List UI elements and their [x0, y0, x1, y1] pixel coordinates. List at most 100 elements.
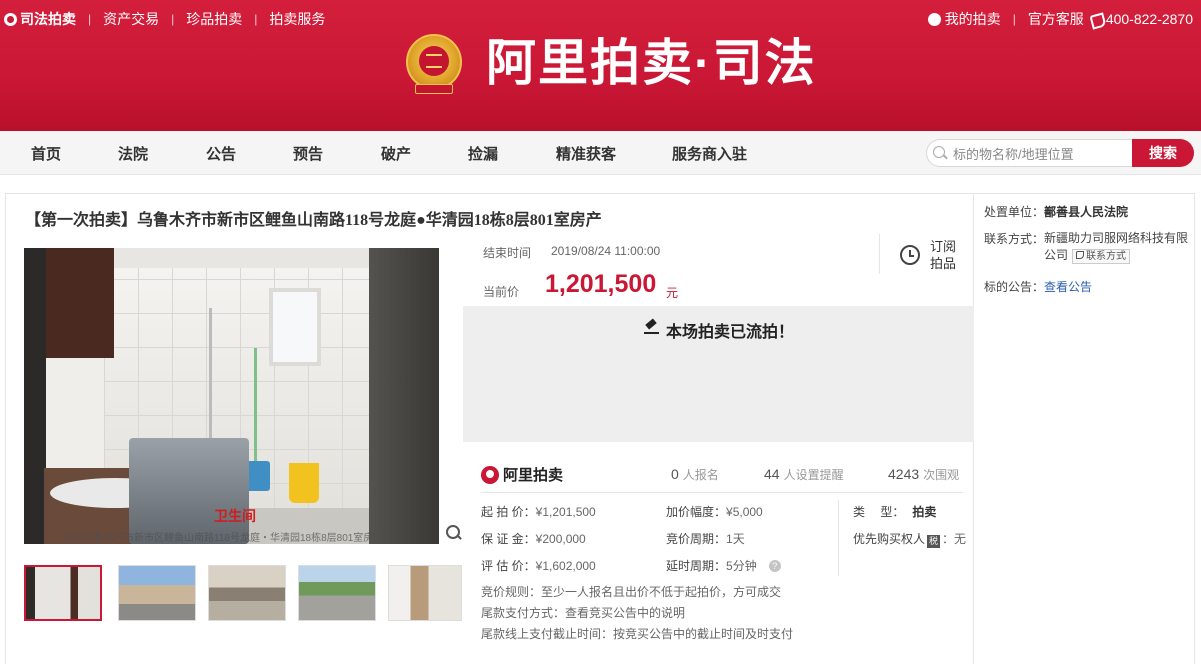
contact-button-label: 联系方式 [1086, 251, 1127, 262]
customer-service-link[interactable]: 官方客服 [1028, 9, 1084, 29]
cycle-row: 竞价周期：1天 [666, 530, 745, 547]
view-notice-link[interactable]: 查看公告 [1044, 280, 1092, 294]
nav-bargain[interactable]: 捡漏 [468, 143, 498, 164]
extension-value: 5分钟 [726, 559, 757, 573]
item-title: 【第一次拍卖】乌鲁木齐市新市区鲤鱼山南路118号龙庭●华清园18栋8层801室房… [25, 212, 602, 229]
gavel-icon [644, 319, 660, 335]
divider [481, 492, 963, 493]
subscribe-button[interactable]: 订阅拍品 [879, 234, 969, 274]
disposal-unit-row: 处置单位：鄯善县人民法院 [984, 203, 1128, 220]
increment-row: 加价幅度：¥5,000 [666, 503, 763, 520]
column-divider [838, 500, 839, 576]
deposit-value: ¥200,000 [535, 532, 586, 546]
separator: | [1012, 12, 1016, 26]
contact-button[interactable]: 联系方式 [1072, 249, 1131, 264]
price-unit: 元 [666, 286, 679, 300]
deposit-label: 保 证 金： [481, 532, 536, 546]
reminder-count: 44 [764, 466, 780, 482]
subscribe-label: 订阅拍品 [930, 239, 957, 271]
end-time-value: 2019/08/24 11:00:00 [551, 244, 661, 258]
contact-label: 联系方式： [984, 232, 1045, 246]
deposit-row: 保 证 金：¥200,000 [481, 530, 586, 547]
cycle-value: 1天 [726, 532, 745, 546]
priority-label: 优先购买权人 [853, 532, 926, 546]
nav-home[interactable]: 首页 [31, 143, 61, 164]
link-asset-trading[interactable]: 资产交易 [103, 9, 159, 29]
registered-stat: 0 人报名 [671, 466, 719, 483]
court-info-sidebar: 处置单位：鄯善县人民法院 联系方式： 新疆助力司服网络科技有限公司 联系方式 标的… [974, 193, 1195, 664]
brand-label: 司法拍卖 [20, 11, 76, 27]
thumbnail-5[interactable] [388, 565, 462, 621]
appraisal-value: ¥1,602,000 [535, 559, 596, 573]
item-panel: 【第一次拍卖】乌鲁木齐市新市区鲤鱼山南路118号龙庭●华清园18栋8层801室房… [5, 193, 974, 664]
ali-auction-icon [481, 465, 499, 484]
payment-method: 尾款支付方式：查看竞买公告中的说明 [481, 606, 686, 620]
current-price-label: 当前价 [483, 285, 520, 299]
platform-logo: 阿里拍卖 [481, 464, 563, 485]
thumbnail-2[interactable] [118, 565, 196, 621]
search-input[interactable] [953, 144, 1129, 164]
user-icon [927, 12, 941, 26]
price-info: 结束时间 2019/08/24 11:00:00 当前价 1,201,500 元… [463, 232, 974, 306]
type-value: 拍卖 [912, 505, 937, 519]
registered-label: 人报名 [682, 468, 719, 482]
contact-value: 新疆助力司服网络科技有限公司 联系方式 [1044, 230, 1190, 264]
my-auction-link[interactable]: 我的拍卖 [945, 9, 1001, 29]
nav-precision-leads[interactable]: 精准获客 [556, 143, 616, 164]
auction-logo-icon [4, 12, 17, 26]
thumbnail-strip [24, 565, 464, 623]
nav-bankruptcy[interactable]: 破产 [381, 143, 411, 164]
auction-status: 本场拍卖已流拍！ [666, 324, 795, 341]
type-label: 类 型： [853, 505, 905, 519]
views-count: 4243 [888, 466, 920, 482]
nav-notice[interactable]: 公告 [206, 143, 236, 164]
reminder-stat: 44 人设置提醒 [764, 466, 844, 483]
photo-caption: 位于乌鲁木齐市新市区鲤鱼山南路118号龙庭・华清园18栋8层801室房产 [64, 533, 384, 544]
cycle-label: 竞价周期： [666, 532, 727, 546]
increment-label: 加价幅度： [666, 505, 727, 519]
platform-name: 阿里拍卖 [503, 467, 564, 484]
nav-court[interactable]: 法院 [118, 143, 148, 164]
search-icon [933, 146, 945, 158]
thumbnail-3[interactable] [208, 565, 286, 621]
nav-preview[interactable]: 预告 [293, 143, 323, 164]
reminder-label: 人设置提醒 [783, 468, 844, 482]
appraisal-row: 评 估 价：¥1,602,000 [481, 557, 596, 574]
zoom-icon[interactable] [446, 525, 461, 540]
nav-provider-join[interactable]: 服务商入驻 [672, 143, 747, 164]
photo-room-label: 卫生间 [214, 510, 256, 525]
phone-icon [1076, 251, 1085, 259]
court-emblem-icon [405, 30, 463, 96]
priority-row: 优先购买权人税：无 [853, 530, 966, 548]
alarm-clock-icon [900, 245, 920, 265]
extension-label: 延时周期： [666, 559, 727, 573]
separator: | [171, 12, 175, 26]
notice-row: 标的公告：查看公告 [984, 278, 1092, 295]
type-row: 类 型： 拍卖 [853, 503, 936, 520]
link-collectibles[interactable]: 珍品拍卖 [186, 9, 242, 29]
separator: | [254, 12, 258, 26]
separator: | [88, 12, 92, 26]
registered-count: 0 [671, 466, 679, 482]
main-photo[interactable]: 卫生间 位于乌鲁木齐市新市区鲤鱼山南路118号龙庭・华清园18栋8层801室房产 [24, 248, 439, 544]
help-icon[interactable]: ? [768, 560, 781, 572]
start-price-row: 起 拍 价：¥1,201,500 [481, 503, 596, 520]
start-price-label: 起 拍 价： [481, 505, 536, 519]
payment-deadline: 尾款线上支付截止时间：按竞买公告中的截止时间及时支付 [481, 627, 794, 641]
search-box [926, 139, 1134, 167]
priority-value: ：无 [942, 532, 967, 546]
brand-link[interactable]: 司法拍卖 [4, 9, 76, 29]
tax-icon: 税 [927, 535, 941, 548]
disposal-unit-label: 处置单位： [984, 205, 1045, 219]
link-auction-service[interactable]: 拍卖服务 [269, 9, 325, 29]
start-price-value: ¥1,201,500 [535, 505, 596, 519]
top-links-right: 我的拍卖 | 官方客服 400-822-2870 [927, 9, 1193, 29]
search-button[interactable]: 搜索 [1132, 139, 1194, 167]
views-label: 次围观 [923, 468, 960, 482]
top-links: 司法拍卖 | 资产交易 | 珍品拍卖 | 拍卖服务 [4, 9, 325, 29]
main-logo[interactable]: 阿里拍卖·司法 [405, 30, 817, 96]
phone-icon [1090, 13, 1102, 25]
thumbnail-4[interactable] [298, 565, 376, 621]
disposal-unit-value[interactable]: 鄯善县人民法院 [1044, 205, 1128, 219]
thumbnail-1[interactable] [24, 565, 102, 621]
